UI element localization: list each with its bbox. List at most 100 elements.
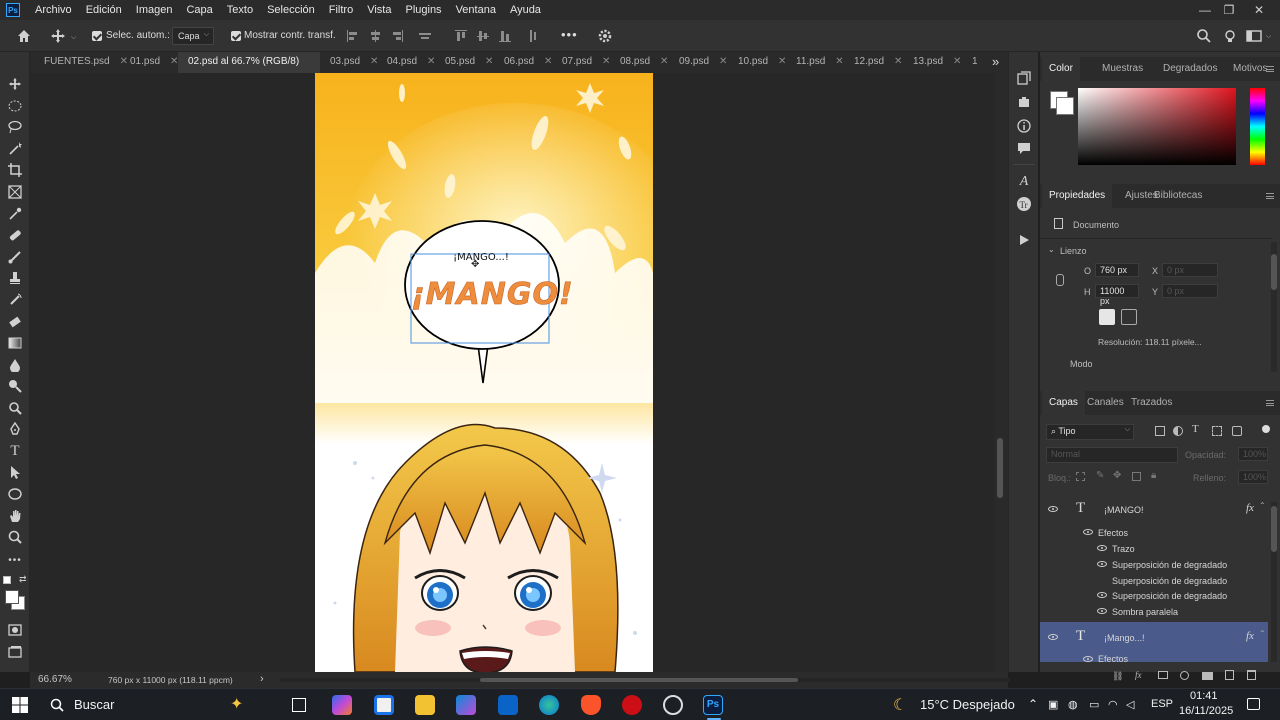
tab-10[interactable]: 10.psd ✕ <box>728 52 786 73</box>
link-layers-icon[interactable]: ⛓︎ <box>1112 671 1123 682</box>
fx-icon[interactable]: fx <box>1246 502 1254 514</box>
clock-date[interactable]: 16/11/2025 <box>1179 705 1233 717</box>
align-center-v-icon[interactable] <box>477 30 489 42</box>
tab-11[interactable]: 11.psd ✕ <box>786 52 844 73</box>
scroll-thumb[interactable] <box>480 678 798 682</box>
copilot-365-icon[interactable] <box>456 695 476 715</box>
color-bg-swatch[interactable] <box>1056 97 1074 115</box>
layer-row[interactable]: T ¡MANGO! fx ⌃ <box>1040 496 1268 522</box>
effect-row[interactable]: Superposición de degradado <box>1040 557 1268 573</box>
close-button[interactable]: ✕ <box>1244 0 1274 20</box>
color-field[interactable] <box>1078 88 1236 165</box>
tab-13[interactable]: 13.psd ✕ <box>903 52 961 73</box>
more-tools-icon[interactable]: ••• <box>7 552 23 568</box>
tab-fuentes[interactable]: FUENTES.psd ✕ <box>34 52 128 73</box>
filter-adjustment-icon[interactable] <box>1173 426 1183 436</box>
tab-09[interactable]: 09.psd ✕ <box>669 52 727 73</box>
info-icon[interactable] <box>1016 118 1032 134</box>
move-tool-icon[interactable] <box>50 28 66 44</box>
panel-menu-icon[interactable] <box>1266 66 1274 72</box>
layer-row-selected[interactable]: T ¡Mango...! fx ⌃ Efectos <box>1040 622 1268 664</box>
zoom-level[interactable]: 66.67% <box>38 674 72 685</box>
tab-trazados[interactable]: Trazados <box>1124 391 1179 415</box>
blur-tool-icon[interactable] <box>7 357 23 373</box>
eraser-icon[interactable] <box>7 314 23 330</box>
distribute-icon[interactable] <box>419 30 431 42</box>
align-right-icon[interactable] <box>391 30 403 42</box>
default-colors-icon[interactable] <box>3 576 11 584</box>
actions-icon[interactable] <box>1016 94 1032 110</box>
store-app-icon[interactable] <box>374 695 394 715</box>
hue-slider[interactable] <box>1250 88 1265 165</box>
tab-05[interactable]: 05.psd ✕ <box>435 52 493 73</box>
tab-03[interactable]: 03.psd ✕ <box>320 52 378 73</box>
moon-weather-icon[interactable]: ☾ <box>893 695 907 715</box>
tab-color[interactable]: Color <box>1042 57 1080 81</box>
tab-08[interactable]: 08.psd ✕ <box>610 52 668 73</box>
menu-seleccion[interactable]: Selección <box>260 0 322 20</box>
search-icon[interactable] <box>1196 28 1212 44</box>
chevron-up-icon[interactable]: ⌃ <box>1028 697 1038 711</box>
healing-brush-icon[interactable] <box>7 227 23 243</box>
close-icon[interactable]: ✕ <box>660 56 668 67</box>
chevron-up-icon[interactable]: ⌃ <box>1259 501 1266 510</box>
link-icon[interactable] <box>1056 274 1064 286</box>
brush-tool-icon[interactable] <box>7 249 23 265</box>
menu-ventana[interactable]: Ventana <box>449 0 503 20</box>
close-icon[interactable]: ✕ <box>894 56 902 67</box>
filter-pixel-icon[interactable] <box>1155 426 1165 436</box>
chevron-down-icon[interactable]: ⌵ <box>1266 33 1271 41</box>
portrait-orientation-button[interactable] <box>1099 309 1115 325</box>
lock-pixels-icon[interactable]: ✎ <box>1096 470 1104 481</box>
taskbar-search[interactable]: Buscar ✦ <box>40 693 270 717</box>
align-bottom-icon[interactable] <box>499 30 511 42</box>
bubble-big-text[interactable]: ¡MANGO! <box>411 277 573 313</box>
ellipse-tool-icon[interactable] <box>7 486 23 502</box>
visibility-eye-icon[interactable] <box>1097 545 1107 551</box>
more-options-icon[interactable]: ••• <box>561 27 578 42</box>
visibility-eye-icon[interactable] <box>1097 608 1107 614</box>
workspace-icon[interactable] <box>1246 29 1262 43</box>
panel-menu-icon[interactable] <box>1266 400 1274 406</box>
frame-tool-icon[interactable] <box>7 184 23 200</box>
restore-button[interactable]: ❐ <box>1214 0 1244 20</box>
home-icon[interactable] <box>16 28 32 44</box>
clock-app-icon[interactable] <box>663 695 683 715</box>
wifi-icon[interactable]: ◠ <box>1108 698 1118 711</box>
landscape-orientation-button[interactable] <box>1121 309 1137 325</box>
menu-plugins[interactable]: Plugins <box>398 0 448 20</box>
menu-archivo[interactable]: Archivo <box>28 0 79 20</box>
menu-ayuda[interactable]: Ayuda <box>503 0 548 20</box>
opera-browser-icon[interactable] <box>622 695 642 715</box>
visibility-eye-icon[interactable] <box>1048 506 1058 512</box>
tab-01[interactable]: 01.psd ✕ <box>120 52 178 73</box>
dodge-tool-icon[interactable] <box>7 378 23 394</box>
close-icon[interactable]: ✕ <box>835 56 843 67</box>
outlook-icon[interactable] <box>498 695 518 715</box>
edge-browser-icon[interactable] <box>539 695 559 715</box>
gear-icon[interactable] <box>597 28 613 44</box>
tab-06[interactable]: 06.psd ✕ <box>494 52 552 73</box>
tab-12[interactable]: 12.psd ✕ <box>844 52 902 73</box>
weather-text[interactable]: 15°C Despejado <box>920 697 1015 712</box>
lasso-tool-icon[interactable] <box>7 119 23 135</box>
magic-wand-icon[interactable] <box>7 140 23 156</box>
tab-propiedades[interactable]: Propiedades <box>1042 184 1113 208</box>
align-center-h-icon[interactable] <box>369 30 381 42</box>
tabs-overflow-icon[interactable]: » <box>992 54 999 69</box>
adjustment-layer-icon[interactable] <box>1180 671 1189 680</box>
status-arrow-icon[interactable]: › <box>260 673 264 685</box>
visibility-eye-icon[interactable] <box>1048 634 1058 640</box>
tab-04[interactable]: 04.psd ✕ <box>377 52 435 73</box>
path-selection-icon[interactable] <box>7 464 23 480</box>
visibility-eye-icon[interactable] <box>1097 561 1107 567</box>
brave-browser-icon[interactable] <box>581 695 601 715</box>
layer-filter-dropdown[interactable]: ⌕ Tipo ⌵ <box>1046 424 1134 440</box>
panel-menu-icon[interactable] <box>1266 193 1274 199</box>
history-icon[interactable] <box>1016 70 1032 86</box>
close-icon[interactable]: ✕ <box>953 56 961 67</box>
align-top-icon[interactable] <box>455 30 467 42</box>
lock-artboard-icon[interactable] <box>1132 472 1141 481</box>
layer-select-dropdown[interactable]: Capa ⌵ <box>172 27 214 45</box>
language-indicator[interactable]: ESP <box>1151 698 1173 710</box>
